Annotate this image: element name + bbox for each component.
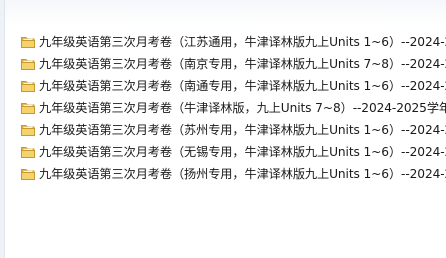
list-item[interactable]: 九年级英语第三次月考卷（无锡专用，牛津译林版九上Units 1~6）--2024… [20, 141, 446, 163]
header-strip [0, 0, 446, 26]
folder-name: 九年级英语第三次月考卷（无锡专用，牛津译林版九上Units 1~6）--2024… [39, 145, 446, 159]
folder-icon [20, 56, 36, 72]
folder-name: 九年级英语第三次月考卷（江苏通用，牛津译林版九上Units 1~6）--2024… [39, 35, 446, 49]
file-explorer-window: 九年级英语第三次月考卷（江苏通用，牛津译林版九上Units 1~6）--2024… [0, 0, 446, 258]
folder-icon [20, 144, 36, 160]
list-item[interactable]: 九年级英语第三次月考卷（苏州专用，牛津译林版九上Units 1~6）--2024… [20, 119, 446, 141]
folder-icon [20, 78, 36, 94]
list-item[interactable]: 九年级英语第三次月考卷（南通专用，牛津译林版九上Units 1~6）--2024… [20, 75, 446, 97]
list-item[interactable]: 九年级英语第三次月考卷（扬州专用，牛津译林版九上Units 1~6）--2024… [20, 163, 446, 185]
folder-name: 九年级英语第三次月考卷（苏州专用，牛津译林版九上Units 1~6）--2024… [39, 123, 446, 137]
folder-icon [20, 122, 36, 138]
list-item[interactable]: 九年级英语第三次月考卷（江苏通用，牛津译林版九上Units 1~6）--2024… [20, 31, 446, 53]
list-item[interactable]: 九年级英语第三次月考卷（牛津译林版，九上Units 7~8）--2024-202… [20, 97, 446, 119]
list-item[interactable]: 九年级英语第三次月考卷（南京专用，牛津译林版九上Units 7~8）--2024… [20, 53, 446, 75]
folder-name: 九年级英语第三次月考卷（扬州专用，牛津译林版九上Units 1~6）--2024… [39, 167, 446, 181]
folder-icon [20, 100, 36, 116]
folder-name: 九年级英语第三次月考卷（南京专用，牛津译林版九上Units 7~8）--2024… [39, 57, 446, 71]
file-list: 九年级英语第三次月考卷（江苏通用，牛津译林版九上Units 1~6）--2024… [20, 31, 446, 185]
folder-icon [20, 34, 36, 50]
folder-name: 九年级英语第三次月考卷（南通专用，牛津译林版九上Units 1~6）--2024… [39, 79, 446, 93]
folder-name: 九年级英语第三次月考卷（牛津译林版，九上Units 7~8）--2024-202… [39, 101, 446, 115]
folder-icon [20, 166, 36, 182]
navigation-pane-edge [0, 0, 5, 258]
